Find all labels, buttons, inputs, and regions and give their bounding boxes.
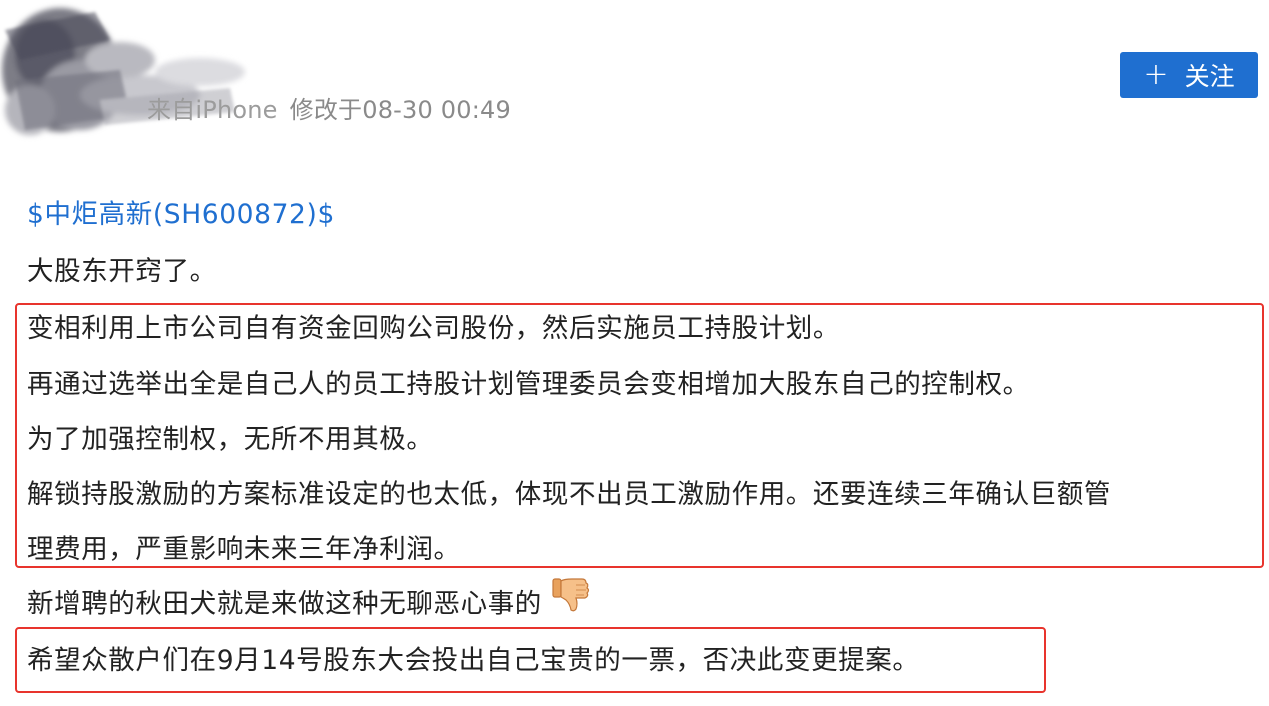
post-line-6: 理费用，严重影响未来三年净利润。: [27, 534, 461, 565]
post-line-8: 希望众散户们在9月14号股东大会投出自己宝贵的一票，否决此变更提案。: [27, 645, 920, 676]
post-line-4: 为了加强控制权，无所不用其极。: [27, 424, 434, 455]
post-line-2: 变相利用上市公司自有资金回购公司股份，然后实施员工持股计划。: [27, 313, 840, 344]
post-meta: 来自iPhone 修改于08-30 00:49: [147, 90, 511, 125]
post-line-7: 新增聘的秋田犬就是来做这种无聊恶心事的: [27, 578, 590, 621]
post-modified-time: 修改于08-30 00:49: [289, 96, 511, 124]
post-line-5: 解锁持股激励的方案标准设定的也太低，体现不出员工激励作用。还要连续三年确认巨额管: [27, 479, 1111, 510]
thumbs-down-icon: [552, 577, 590, 625]
post-line-1: 大股东开窍了。: [27, 256, 217, 287]
avatar[interactable]: [0, 0, 250, 150]
post-line-3: 再通过选举出全是自己人的员工持股计划管理委员会变相增加大股东自己的控制权。: [27, 369, 1030, 400]
follow-label: 关注: [1184, 62, 1235, 91]
post-source: 来自iPhone: [147, 96, 278, 124]
plus-icon: +: [1143, 57, 1169, 92]
follow-button[interactable]: + 关注: [1120, 52, 1258, 98]
post-line-7-text: 新增聘的秋田犬就是来做这种无聊恶心事的: [27, 588, 542, 620]
avatar-image: [2, 8, 245, 135]
stock-link[interactable]: $中炬高新(SH600872)$: [27, 195, 335, 235]
